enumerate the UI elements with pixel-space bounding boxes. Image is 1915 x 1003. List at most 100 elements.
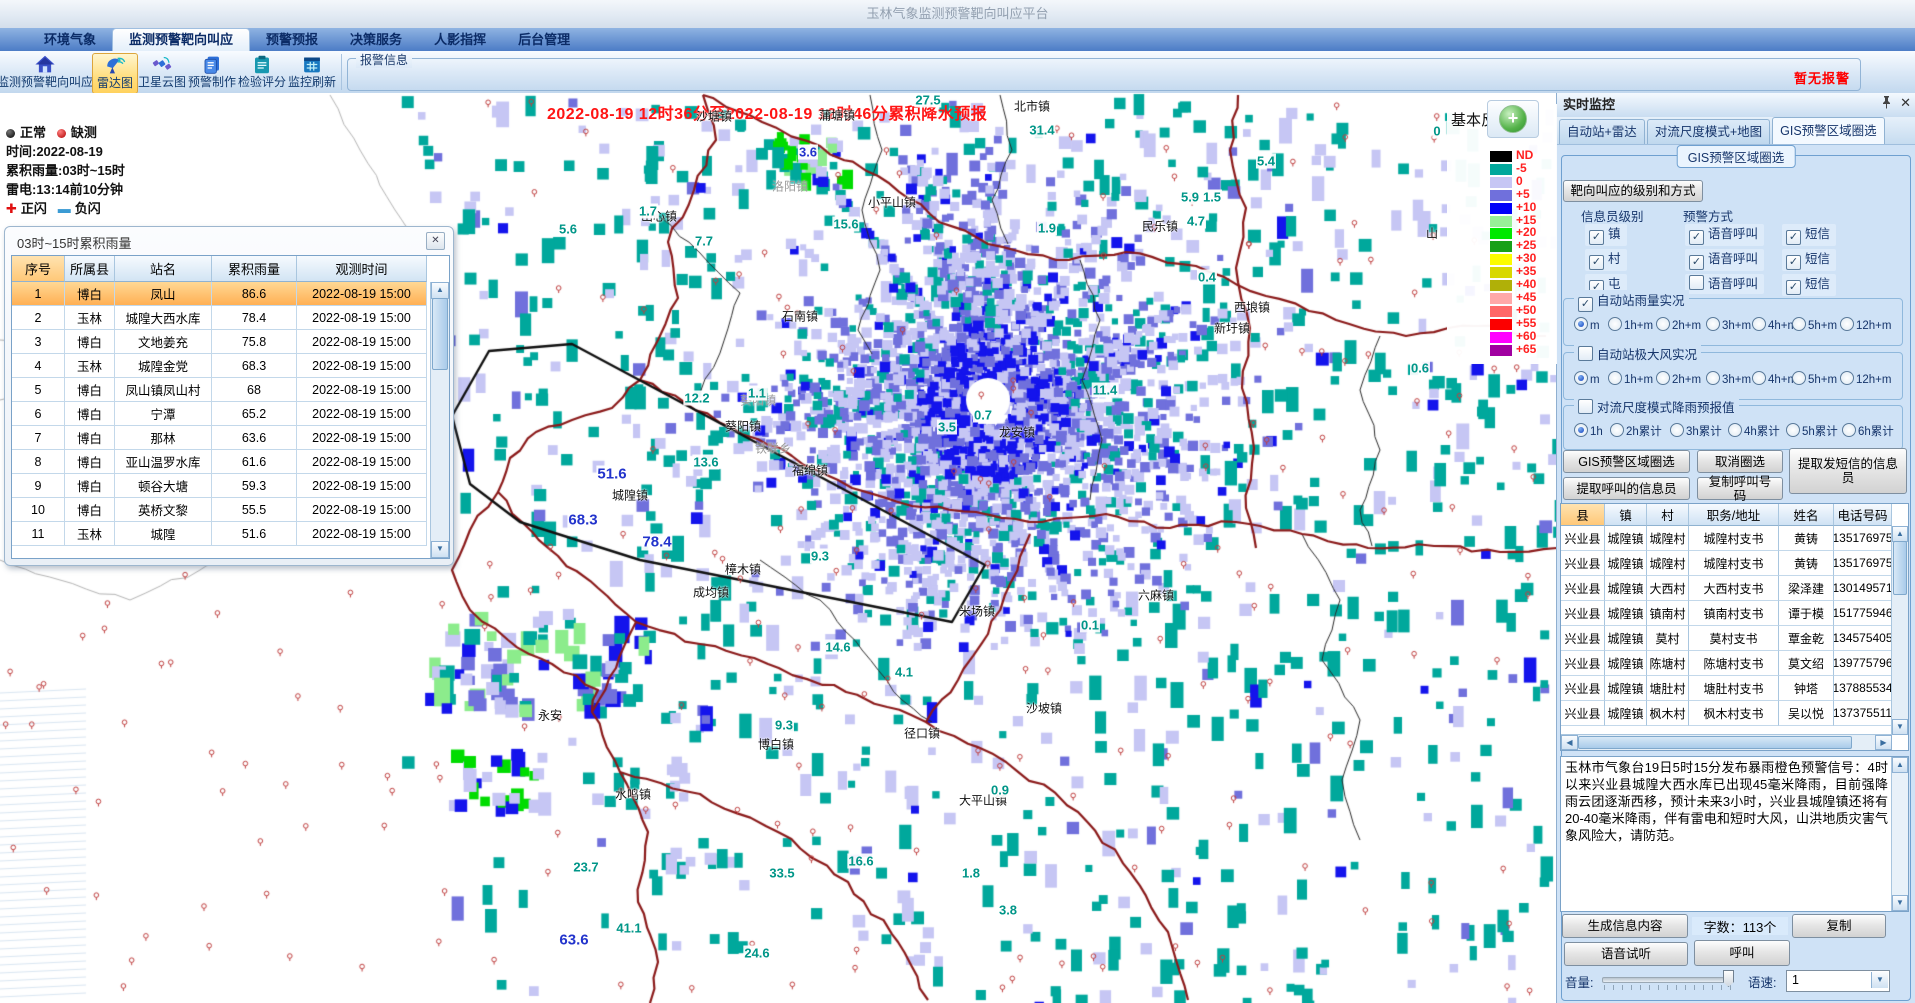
radio-option-3h+m[interactable]: 3h+m [1706,371,1751,386]
radio-icon[interactable] [1610,423,1624,437]
table-row[interactable]: 兴业县城隍镇城隍村城隍村支书黄铸135176975 [1561,526,1908,551]
radio-icon[interactable] [1728,423,1742,437]
menu-tab-4[interactable]: 决策服务 [334,29,418,51]
menu-tab-5[interactable]: 人影指挥 [418,29,502,51]
checkbox-icon[interactable]: ✓ [1689,230,1704,245]
voice-call-checkbox-3[interactable]: 语音呼叫 [1685,274,1764,294]
scroll-right-icon[interactable]: ▶ [1875,735,1892,750]
tab-3[interactable]: GIS预警区域圈选 [1772,117,1885,144]
radio-icon[interactable] [1608,317,1622,331]
table-row[interactable]: 兴业县城隍镇大西村大西村支书梁泽建130149571 [1561,576,1908,601]
scroll-left-icon[interactable]: ◀ [1561,735,1578,750]
radio-icon[interactable] [1706,371,1720,385]
message-box[interactable]: 玉林市气象台19日5时15分发布暴雨橙色预警信号：4时以来兴业县城隍大西水库已出… [1560,756,1909,912]
scroll-thumb[interactable] [1893,541,1907,595]
radio-option-1h+m[interactable]: 1h+m [1608,317,1653,332]
radio-option-m[interactable]: m [1574,317,1600,332]
speech-speed-select[interactable]: 1 ▼ [1786,970,1890,992]
extract-call-button[interactable]: 提取呼叫的信息员 [1563,477,1690,500]
checkbox-icon[interactable]: ✓ [1589,230,1604,245]
radio-option-2h累计[interactable]: 2h累计 [1610,423,1662,439]
toolbar-button-grid[interactable]: 监控刷新 [288,53,336,92]
table-row[interactable]: 5博白凤山镇凤山村682022-08-19 15:00 [12,378,449,402]
chevron-down-icon[interactable]: ▼ [1871,972,1888,988]
radio-icon[interactable] [1670,423,1684,437]
panel-close-icon[interactable]: ✕ [1900,96,1911,109]
table-row[interactable]: 8博白亚山温罗水库61.62022-08-19 15:00 [12,450,449,474]
scroll-thumb[interactable] [1578,736,1852,749]
toolbar-button-doc[interactable]: 预警制作 [188,53,236,92]
rain-table-scrollbar[interactable]: ▲ ▼ [430,282,449,558]
pin-icon[interactable] [1881,96,1892,109]
radio-icon[interactable] [1752,317,1766,331]
volume-slider[interactable] [1602,977,1734,983]
cancel-select-button[interactable]: 取消圈选 [1697,450,1783,473]
level-checkbox-2[interactable]: ✓村 [1585,249,1627,271]
level-checkbox-1[interactable]: ✓镇 [1585,224,1627,246]
contacts-hscrollbar[interactable]: ◀ ▶ [1561,734,1892,750]
toolbar-button-radar[interactable]: 雷达图 [92,53,138,94]
radio-option-1h+m[interactable]: 1h+m [1608,371,1653,386]
scroll-down-icon[interactable]: ▼ [1892,895,1908,911]
scroll-down-icon[interactable]: ▼ [1892,719,1908,735]
rain-group-checkbox[interactable]: ✓ [1578,297,1593,312]
radio-icon[interactable] [1608,371,1622,385]
radio-icon[interactable] [1574,371,1588,385]
radio-option-5h累计[interactable]: 5h累计 [1786,423,1838,439]
voice-call-checkbox-2[interactable]: ✓语音呼叫 [1685,249,1764,271]
radio-icon[interactable] [1792,317,1806,331]
menu-tab-3[interactable]: 预警预报 [250,29,334,51]
radio-option-6h累计[interactable]: 6h累计 [1842,423,1894,439]
radio-icon[interactable] [1786,423,1800,437]
radio-icon[interactable] [1706,317,1720,331]
tab-1[interactable]: 自动站+雷达 [1559,119,1645,144]
scroll-down-icon[interactable]: ▼ [431,541,449,558]
table-row[interactable]: 兴业县城隍镇陈塘村陈塘村支书莫文绍139775796 [1561,651,1908,676]
radio-icon[interactable] [1842,423,1856,437]
checkbox-icon[interactable]: ✓ [1589,255,1604,270]
radio-option-5h+m[interactable]: 5h+m [1792,317,1837,332]
radio-option-3h累计[interactable]: 3h累计 [1670,423,1722,439]
forecast-group-checkbox[interactable] [1578,399,1593,414]
radio-option-2h+m[interactable]: 2h+m [1656,371,1701,386]
checkbox-icon[interactable]: ✓ [1689,255,1704,270]
radio-icon[interactable] [1792,371,1806,385]
radio-icon[interactable] [1656,317,1670,331]
toolbar-button-clipboard[interactable]: 检验评分 [238,53,286,92]
warning-message-text[interactable]: 玉林市气象台19日5时15分发布暴雨橙色预警信号：4时以来兴业县城隍大西水库已出… [1565,759,1888,844]
radio-option-4h+m[interactable]: 4h+m [1752,371,1797,386]
table-row[interactable]: 兴业县城隍镇枫木村枫木村支书吴以悦137375511 [1561,701,1908,726]
table-row[interactable]: 10博白英桥文黎55.52022-08-19 15:00 [12,498,449,522]
zoom-plus-icon[interactable]: + [1499,105,1527,133]
radio-option-12h+m[interactable]: 12h+m [1840,371,1891,386]
table-row[interactable]: 9博白顿谷大塘59.32022-08-19 15:00 [12,474,449,498]
scroll-up-icon[interactable]: ▲ [1892,526,1908,542]
close-icon[interactable]: ✕ [426,232,445,250]
radio-option-4h+m[interactable]: 4h+m [1752,317,1797,332]
call-level-mode-button[interactable]: 靶向叫应的级别和方式 [1563,180,1703,202]
table-row[interactable]: 兴业县城隍镇塘肚村塘肚村支书钟塔137885534 [1561,676,1908,701]
table-row[interactable]: 兴业县城隍镇莫村莫村支书覃金乾134575405 [1561,626,1908,651]
generate-message-button[interactable]: 生成信息内容 [1562,914,1688,938]
checkbox-icon[interactable]: ✓ [1786,230,1801,245]
table-row[interactable]: 2玉林城隍大西水库78.42022-08-19 15:00 [12,306,449,330]
sms-checkbox-2[interactable]: ✓短信 [1782,249,1836,271]
table-row[interactable]: 4玉林城隍金党68.32022-08-19 15:00 [12,354,449,378]
scroll-up-icon[interactable]: ▲ [1892,757,1908,773]
table-row[interactable]: 兴业县城隍镇镇南村镇南村支书谭于模151775946 [1561,601,1908,626]
voice-call-checkbox-1[interactable]: ✓语音呼叫 [1685,224,1764,246]
sms-checkbox-3[interactable]: ✓短信 [1782,274,1836,296]
tab-2[interactable]: 对流尺度模式+地图 [1647,119,1770,144]
checkbox-icon[interactable] [1689,275,1704,290]
radio-option-5h+m[interactable]: 5h+m [1792,371,1837,386]
radio-option-2h+m[interactable]: 2h+m [1656,317,1701,332]
sms-checkbox-1[interactable]: ✓短信 [1782,224,1836,246]
contacts-vscrollbar[interactable]: ▲ ▼ [1891,526,1908,735]
table-row[interactable]: 兴业县城隍镇城隍村城隍村支书黄铸135176975 [1561,551,1908,576]
radio-icon[interactable] [1656,371,1670,385]
toolbar-button-home[interactable]: 监测预警靶向叫应 [2,53,88,92]
radio-option-3h+m[interactable]: 3h+m [1706,317,1751,332]
radio-option-m[interactable]: m [1574,371,1600,386]
radio-icon[interactable] [1840,317,1854,331]
extract-sms-button[interactable]: 提取发短信的信息员 [1789,448,1907,494]
